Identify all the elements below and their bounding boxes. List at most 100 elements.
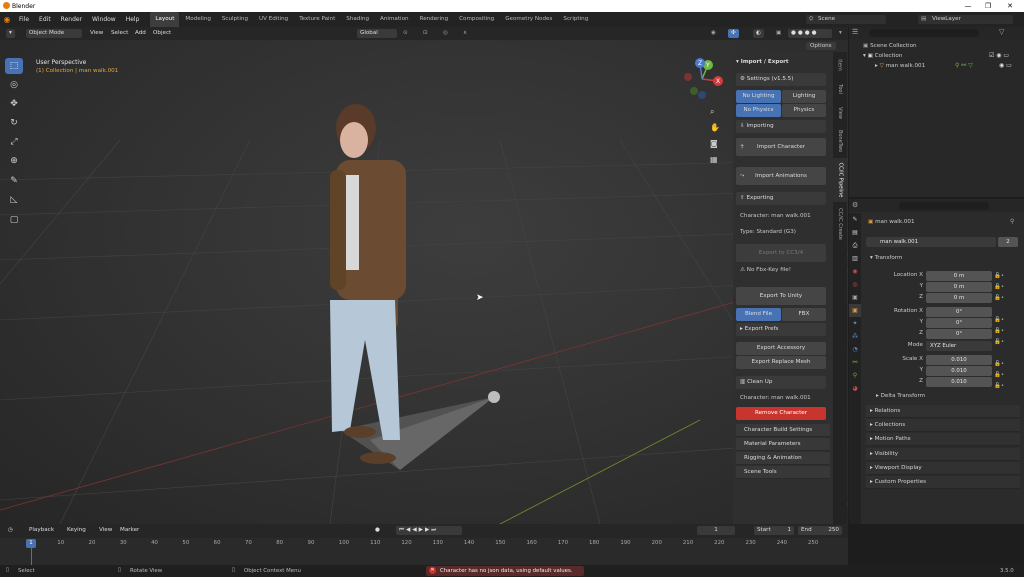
tab-shading[interactable]: Shading <box>341 12 374 27</box>
rotation-x-field[interactable]: 0° <box>926 307 992 317</box>
select-menu[interactable]: Select <box>108 29 131 38</box>
outliner-scene-collection[interactable]: ▣ Scene Collection <box>863 43 917 49</box>
falloff-icon[interactable]: ∧ <box>460 29 470 38</box>
options-button[interactable]: Options <box>806 42 836 50</box>
tab-scripting[interactable]: Scripting <box>558 12 593 27</box>
export-cc3-button[interactable]: Export to CC3/4 <box>736 244 826 262</box>
marker-menu[interactable]: Marker <box>117 526 142 535</box>
tab-modeling[interactable]: Modeling <box>180 12 215 27</box>
tab-geometry-nodes[interactable]: Geometry Nodes <box>500 12 557 27</box>
rotation-y-field[interactable]: 0° <box>926 318 992 328</box>
location-z-field[interactable]: 0 m <box>926 293 992 303</box>
collection-visibility-icons[interactable]: ☑ ◉ ▭ <box>989 52 1009 59</box>
viewport-display-section[interactable]: ▸ Viewport Display <box>866 462 1020 475</box>
transform-tool-icon[interactable]: ⊕ <box>5 153 23 169</box>
rigging-animation-section[interactable]: Rigging & Animation <box>736 452 830 465</box>
annotate-tool-icon[interactable]: ✎ <box>5 173 23 189</box>
outliner-collection[interactable]: ▾ ▣ Collection <box>863 53 902 59</box>
object-name-field[interactable]: man walk.001 <box>866 237 996 247</box>
tab-tool[interactable]: Tool <box>833 78 847 100</box>
import-animations-button[interactable]: ⤳ Import Animations <box>736 167 826 185</box>
tab-animation[interactable]: Animation <box>375 12 414 27</box>
measure-tool-icon[interactable]: ◺ <box>5 192 23 208</box>
importing-header[interactable]: ⇩ Importing <box>736 120 826 133</box>
tab-sculpting[interactable]: Sculpting <box>217 12 253 27</box>
custom-properties-section[interactable]: ▸ Custom Properties <box>866 476 1020 489</box>
keying-menu[interactable]: Keying <box>64 526 89 535</box>
tool-props-icon[interactable]: ✎ <box>849 213 861 226</box>
motion-paths-section[interactable]: ▸ Motion Paths <box>866 433 1020 446</box>
object-props-icon[interactable]: ▣ <box>849 304 861 317</box>
shading-options-icon[interactable]: ▾ <box>836 29 845 38</box>
maximize-button[interactable]: ❐ <box>978 0 998 12</box>
data-props-icon[interactable]: ⚲ <box>849 369 861 382</box>
axis-gizmo[interactable]: X Y Z <box>680 55 730 105</box>
scene-tools-section[interactable]: Scene Tools <box>736 466 830 479</box>
constraints-props-icon[interactable]: ⚯ <box>849 356 861 369</box>
physics-button[interactable]: Physics <box>782 104 826 117</box>
pin-icon[interactable]: ⚲ <box>1010 218 1014 225</box>
gizmo-toggle-icon[interactable]: ✣ <box>728 29 739 38</box>
scene-selector[interactable]: ⛭ Scene <box>806 15 886 24</box>
scale-y-field[interactable]: 0.010 <box>926 366 992 376</box>
timeline-ruler[interactable]: 0102030405060708090100110120130140150160… <box>0 538 848 565</box>
menu-render[interactable]: Render <box>56 12 87 27</box>
tab-view[interactable]: View <box>833 102 847 124</box>
view-layer-selector[interactable]: ▤ ViewLayer <box>918 15 1013 24</box>
render-props-icon[interactable]: ▤ <box>849 226 861 239</box>
object-visibility-icons[interactable]: ◉ ▭ <box>999 62 1012 69</box>
properties-search-input[interactable] <box>899 202 989 210</box>
overlay-toggle-icon[interactable]: ◐ <box>753 29 764 38</box>
ortho-grid-icon[interactable]: ▦ <box>710 155 718 164</box>
material-props-icon[interactable]: ◕ <box>849 382 861 395</box>
object-mode-dropdown[interactable]: Object Mode <box>26 29 82 38</box>
modifier-props-icon[interactable]: ✦ <box>849 317 861 330</box>
settings-header[interactable]: ⚙ Settings (v1.5.5) <box>736 73 826 86</box>
import-character-button[interactable]: ☥ Import Character <box>736 138 826 156</box>
clean-up-header[interactable]: ▥ Clean Up <box>736 376 826 389</box>
record-icon[interactable]: ● <box>372 526 383 535</box>
scale-z-field[interactable]: 0.010 <box>926 377 992 387</box>
location-y-field[interactable]: 0 m <box>926 282 992 292</box>
playback-controls[interactable]: ⏮◀◀▶▶⏭ <box>396 526 462 535</box>
no-lighting-button[interactable]: No Lighting <box>736 90 781 103</box>
menu-window[interactable]: Window <box>87 12 121 27</box>
filter-icon[interactable]: ▽ <box>999 28 1004 36</box>
transform-section-header[interactable]: ▾ Transform <box>870 255 902 261</box>
outliner-editor-icon[interactable]: ☰ <box>852 28 858 36</box>
pivot-icon[interactable]: ⊙ <box>400 29 411 38</box>
import-export-header[interactable]: ▾ Import / Export <box>736 56 826 69</box>
lock-keyframe-icons[interactable]: 🔓• 🔓• 🔓• 🔓• 🔓• 🔓• 🔓• 🔓• 🔓• <box>994 271 1012 389</box>
rotation-z-field[interactable]: 0° <box>926 329 992 339</box>
close-button[interactable]: ✕ <box>1000 0 1020 12</box>
tab-texture-paint[interactable]: Texture Paint <box>294 12 340 27</box>
camera-view-icon[interactable]: ◙ <box>710 139 718 148</box>
tab-cc-pipeline[interactable]: CC/iC Pipeline <box>833 158 847 202</box>
view-layer-props-icon[interactable]: ▥ <box>849 252 861 265</box>
zoom-icon[interactable]: ⌕ <box>710 107 714 117</box>
particles-props-icon[interactable]: ⁂ <box>849 330 861 343</box>
collection-props-icon[interactable]: ▣ <box>849 291 861 304</box>
export-accessory-button[interactable]: Export Accessory <box>736 342 826 355</box>
view-menu[interactable]: View <box>87 29 106 38</box>
character-model[interactable] <box>330 104 406 464</box>
playback-menu[interactable]: Playback <box>26 526 57 535</box>
tab-rendering[interactable]: Rendering <box>415 12 454 27</box>
character-build-settings-section[interactable]: Character Build Settings <box>736 424 830 437</box>
current-frame-field[interactable]: 1 <box>697 526 735 535</box>
minimize-button[interactable]: — <box>958 0 978 12</box>
menu-file[interactable]: File <box>14 12 34 27</box>
navigation-gizmo[interactable]: X Y Z ⌕ ✋ ◙ ▦ <box>680 55 730 167</box>
scale-tool-icon[interactable]: ⤢ <box>5 134 23 150</box>
export-prefs-header[interactable]: ▸ Export Prefs <box>736 323 826 336</box>
relations-section[interactable]: ▸ Relations <box>866 405 1020 418</box>
material-parameters-section[interactable]: Material Parameters <box>736 438 830 451</box>
exporting-header[interactable]: ⇧ Exporting <box>736 192 826 205</box>
output-props-icon[interactable]: ⎙ <box>849 239 861 252</box>
tab-bonetwo[interactable]: BoneTwo <box>833 126 847 156</box>
menu-edit[interactable]: Edit <box>34 12 56 27</box>
export-unity-button[interactable]: Export To Unity <box>736 287 826 305</box>
properties-editor-icon[interactable]: ⚙ <box>852 201 858 209</box>
outliner-search-input[interactable] <box>869 29 979 37</box>
blender-menu-icon[interactable]: ◉ <box>0 15 14 24</box>
